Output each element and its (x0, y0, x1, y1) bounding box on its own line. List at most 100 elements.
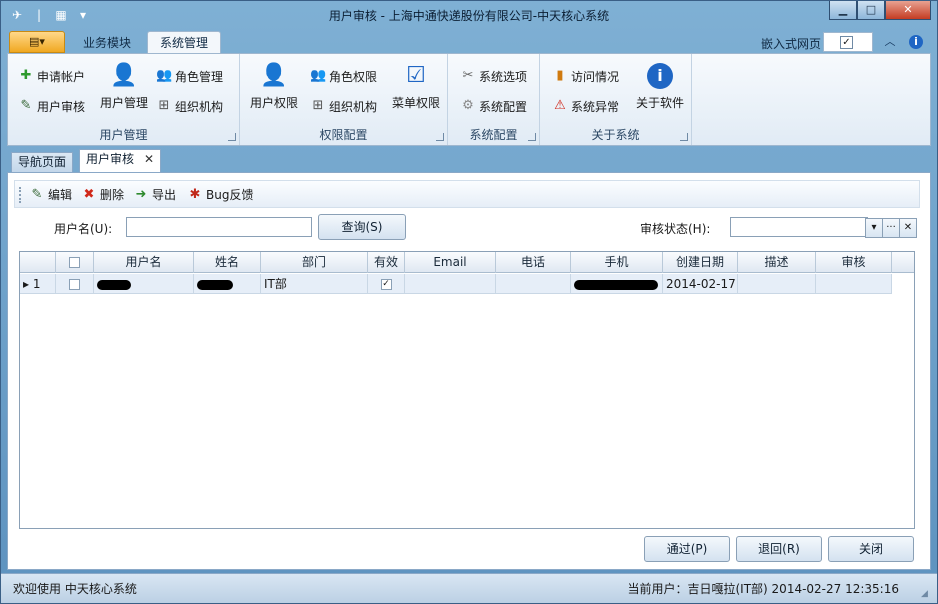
tab-business-modules[interactable]: 业务模块 (71, 33, 143, 53)
collapse-ribbon-icon[interactable]: ︿ (883, 35, 897, 49)
help-icon[interactable]: i (909, 35, 923, 49)
header-phone[interactable]: 电话 (496, 252, 571, 273)
bug-report-button[interactable]: ✱ Bug反馈 (187, 186, 254, 203)
cell-audit (816, 274, 892, 294)
reject-button[interactable]: 退回(R) (736, 536, 822, 562)
about-software-button[interactable]: i 关于软件 (632, 60, 688, 111)
tab-user-audit[interactable]: 用户审核 ✕ (79, 149, 162, 172)
close-tab-icon[interactable]: ✕ (144, 152, 154, 166)
edit-icon: ✎ (31, 186, 43, 202)
user-lock-icon: 👤 (260, 63, 288, 88)
cell-valid: ✓ (368, 274, 405, 294)
role-manage-button[interactable]: 👥 角色管理 (156, 66, 223, 86)
header-email[interactable]: Email (405, 252, 496, 273)
user-audit-button[interactable]: ✎ 用户审核 (18, 96, 85, 116)
menu-permission-button[interactable]: ☑ 菜单权限 (388, 60, 444, 111)
plus-icon: ✚ (20, 68, 32, 83)
audit-status-select[interactable] (730, 217, 868, 237)
status-clear-button[interactable]: ✕ (899, 218, 917, 238)
minimize-button[interactable]: ▁ (829, 1, 857, 20)
role-users-icon: 👥 (156, 68, 173, 83)
delete-button[interactable]: ✖ 删除 (81, 186, 124, 203)
status-ellipsis-button[interactable]: ··· (882, 218, 900, 238)
row-indicator: ▸ 1 (20, 274, 56, 294)
grid-header: 用户名 姓名 部门 有效 Email 电话 手机 创建日期 描述 审核 (20, 252, 914, 273)
warning-icon: ⚠ (554, 98, 566, 113)
header-select-all[interactable] (56, 252, 94, 273)
org-structure-button[interactable]: ⊞ 组织机构 (156, 96, 223, 116)
valid-checkbox[interactable]: ✓ (380, 279, 392, 290)
cell-phone (496, 274, 571, 294)
header-audit[interactable]: 审核 (816, 252, 892, 273)
group-launcher-icon[interactable] (528, 133, 536, 141)
group-title: 系统配置 (469, 128, 518, 142)
system-options-button[interactable]: ✂ 系统选项 (460, 66, 527, 86)
org-chart-icon: ⊞ (158, 98, 170, 113)
edit-icon: ✎ (20, 98, 32, 113)
group-title: 权限配置 (319, 128, 368, 142)
apply-account-button[interactable]: ✚ 申请帐户 (18, 66, 85, 86)
edit-button[interactable]: ✎ 编辑 (29, 186, 72, 203)
status-dropdown-button[interactable]: ▾ (865, 218, 883, 238)
role-permission-button[interactable]: 👥 角色权限 (310, 66, 377, 86)
group-launcher-icon[interactable] (436, 133, 444, 141)
ribbon-panel: ✚ 申请帐户 ✎ 用户审核 👤 用户管理 👥 角色管理 ⊞ 组织机构 用户管理 (7, 53, 931, 146)
redacted-username (97, 279, 131, 290)
document-tabs: 导航页面 用户审核 ✕ (7, 148, 931, 172)
header-username[interactable]: 用户名 (94, 252, 194, 273)
close-button[interactable]: 关闭 (828, 536, 914, 562)
export-icon: ➜ (135, 186, 147, 202)
cell-username (94, 274, 194, 294)
toolbar-grip[interactable] (19, 187, 21, 203)
title-bar: ✈ | ▦ ▾ 用户审核 - 上海中通快递股份有限公司-中天核心系统 ▁ □ ✕ (1, 1, 937, 29)
username-input[interactable] (126, 217, 312, 237)
header-valid[interactable]: 有效 (368, 252, 405, 273)
row-select-checkbox[interactable] (69, 279, 80, 290)
info-icon: i (647, 63, 673, 89)
system-exceptions-button[interactable]: ⚠ 系统异常 (552, 96, 619, 116)
group-title: 关于系统 (591, 128, 640, 142)
header-description[interactable]: 描述 (738, 252, 816, 273)
application-menu-button[interactable]: ▤▾ (9, 31, 65, 53)
tab-navigation-page[interactable]: 导航页面 (11, 152, 74, 172)
header-department[interactable]: 部门 (261, 252, 368, 273)
cell-mobile (571, 274, 663, 294)
select-all-checkbox[interactable] (69, 257, 80, 268)
maximize-button[interactable]: □ (857, 1, 885, 20)
cell-created-date: 2014-02-17 (663, 274, 738, 294)
header-realname[interactable]: 姓名 (194, 252, 261, 273)
table-row[interactable]: ▸ 1 IT部 ✓ 2014-02-17 (20, 274, 892, 294)
embed-webpage-label: 嵌入式网页 (760, 37, 821, 51)
user-avatar-icon: 👤 (110, 63, 138, 88)
delete-x-icon: ✖ (83, 186, 95, 202)
status-bar: 欢迎使用 中天核心系统 当前用户：吉日嘎拉(IT部) 2014-02-27 12… (1, 573, 937, 603)
user-manage-button[interactable]: 👤 用户管理 (96, 60, 152, 111)
bug-icon: ✱ (189, 186, 201, 202)
window-title: 用户审核 - 上海中通快递股份有限公司-中天核心系统 (328, 9, 610, 23)
export-button[interactable]: ➜ 导出 (133, 186, 176, 203)
org-permission-button[interactable]: ⊞ 组织机构 (310, 96, 377, 116)
close-window-button[interactable]: ✕ (885, 1, 931, 20)
header-created-date[interactable]: 创建日期 (663, 252, 738, 273)
username-label: 用户名(U): (54, 222, 113, 236)
embed-webpage-checkbox[interactable]: ✓ (840, 36, 853, 49)
header-mobile[interactable]: 手机 (571, 252, 663, 273)
org-chart-icon: ⊞ (312, 98, 324, 113)
cell-email (405, 274, 496, 294)
group-launcher-icon[interactable] (680, 133, 688, 141)
group-about-system: ▮ 访问情况 ⚠ 系统异常 i 关于软件 关于系统 (540, 54, 692, 145)
cell-realname (194, 274, 261, 294)
group-launcher-icon[interactable] (228, 133, 236, 141)
query-button[interactable]: 查询(S) (318, 214, 406, 240)
row-select-cell[interactable] (56, 274, 94, 294)
tab-system-management[interactable]: 系统管理 (147, 31, 222, 53)
system-config-button[interactable]: ⚙ 系统配置 (460, 96, 527, 116)
gear-icon: ⚙ (462, 98, 474, 113)
visit-stats-button[interactable]: ▮ 访问情况 (552, 66, 619, 86)
ribbon-tab-row: ▤▾ 业务模块 系统管理 嵌入式网页 ✓ ︿ i (7, 31, 931, 53)
user-permission-button[interactable]: 👤 用户权限 (246, 60, 302, 111)
approve-button[interactable]: 通过(P) (644, 536, 730, 562)
header-row-indicator (20, 252, 56, 273)
bar-chart-icon: ▮ (556, 68, 564, 83)
resize-grip-icon[interactable]: ◢ (921, 588, 933, 600)
